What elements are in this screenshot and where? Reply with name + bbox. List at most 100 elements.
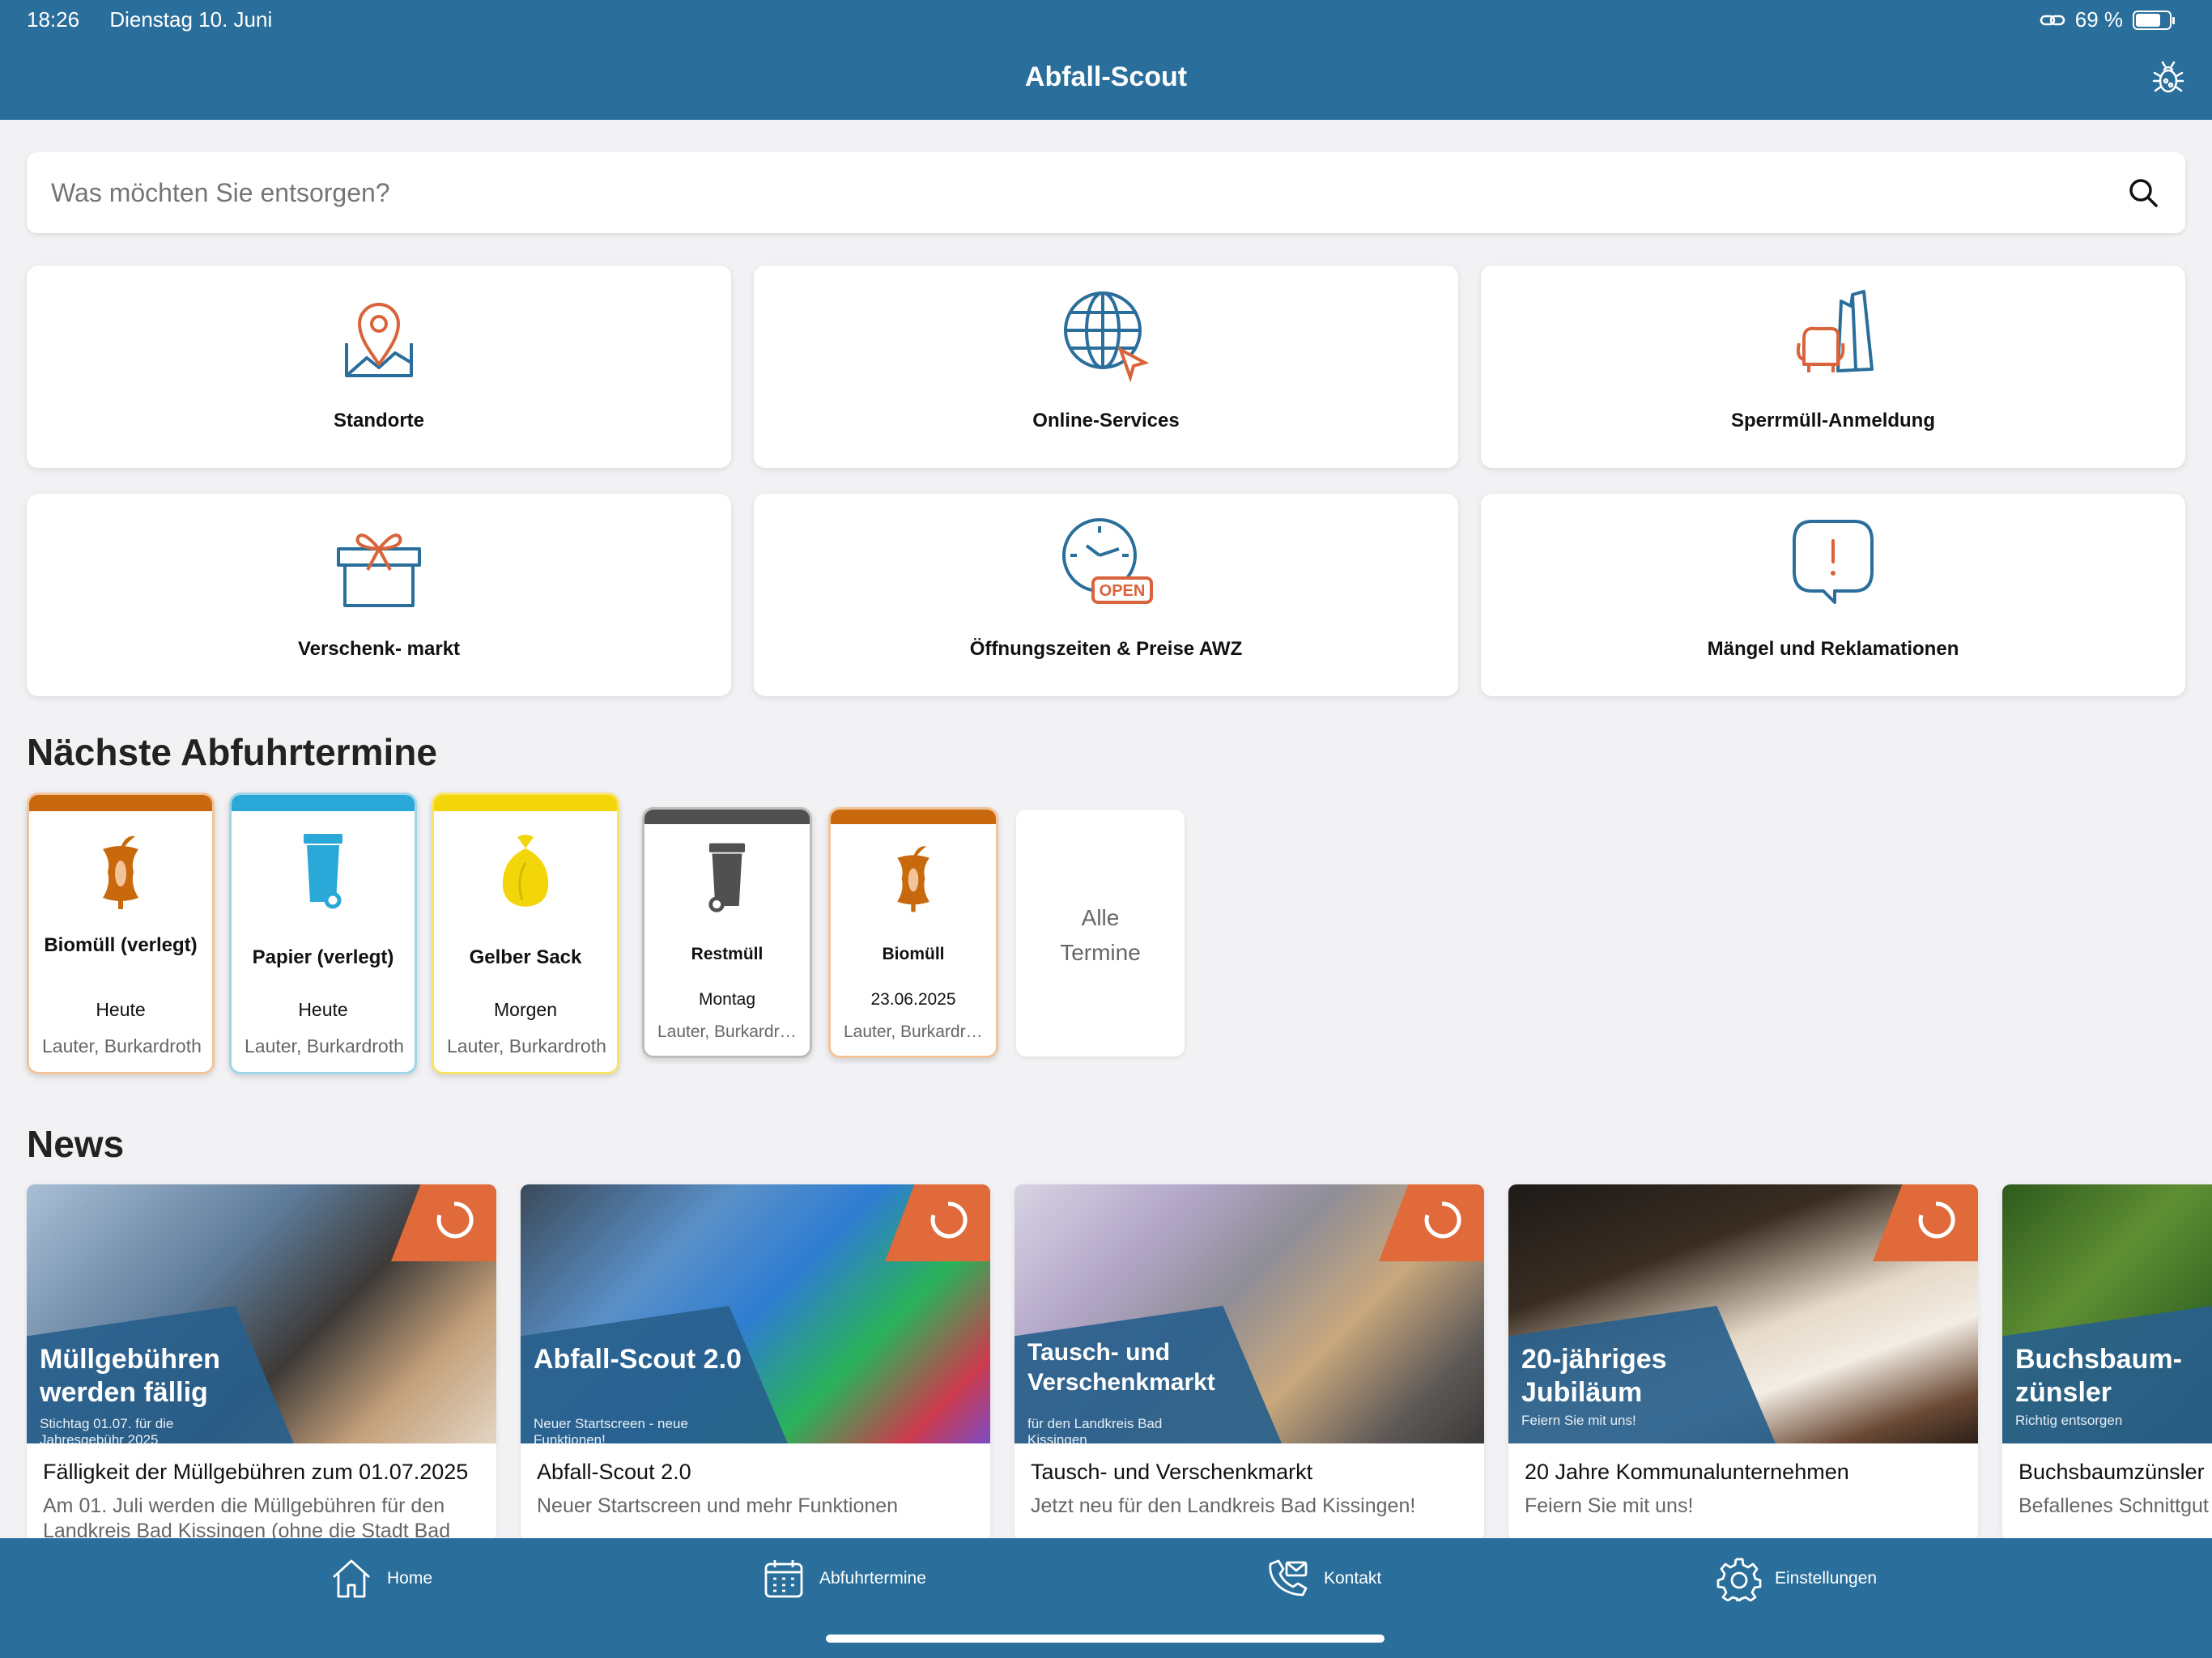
pickup-color-bar: [831, 810, 996, 824]
phone-mail-icon: [1269, 1559, 1308, 1596]
pickup-when: 23.06.2025: [870, 990, 956, 1009]
pickup-name: Biomüll: [882, 945, 945, 963]
pickup-location: Lauter, Burkardroth: [844, 1022, 986, 1041]
news-overlay-subtitle: für den Landkreis Bad Kissingen: [1027, 1416, 1163, 1443]
pickup-card[interactable]: Biomüll (verlegt) Heute Lauter, Burkardr…: [27, 793, 215, 1074]
tile-label: Online-Services: [1032, 410, 1180, 432]
nav-home-label: Home: [387, 1569, 433, 1588]
status-bar-left: 18:26 Dienstag 10. Juni: [27, 7, 296, 32]
pickup-name: Biomüll (verlegt): [44, 934, 198, 956]
pickup-when: Heute: [298, 999, 348, 1020]
pickup-section-title: Nächste Abfuhrtermine: [27, 731, 437, 773]
news-overlay-subtitle: Neuer Startscreen - neue Funktionen!: [534, 1416, 688, 1443]
bin-icon: [708, 843, 746, 912]
news-image: Müllgebühren werden fällig Stichtag 01.0…: [27, 1184, 496, 1443]
pickup-color-bar: [434, 795, 617, 811]
pickup-when: Montag: [698, 990, 756, 1009]
pickup-card[interactable]: Biomüll 23.06.2025 Lauter, Burkardroth: [828, 807, 998, 1058]
all-dates-button[interactable]: Alle Termine: [1016, 810, 1185, 1056]
brand-logo-icon: [1424, 1201, 1461, 1239]
calendar-icon: [764, 1560, 803, 1598]
tile-label: Mängel und Reklamationen: [1707, 638, 1959, 660]
news-image: 20-jähriges Jubiläum Feiern Sie mit uns!: [1508, 1184, 1978, 1443]
tile-sperrmuell-anmeldung[interactable]: Sperrmüll-Anmeldung: [1481, 266, 2185, 468]
news-card[interactable]: 20-jähriges Jubiläum Feiern Sie mit uns!…: [1508, 1184, 1978, 1541]
news-title: Tausch- und Verschenkmarkt: [1031, 1460, 1313, 1484]
all-dates-label: Termine: [1060, 940, 1141, 966]
brand-logo-icon: [930, 1201, 968, 1239]
nav-abfuhrtermine[interactable]: Abfuhrtermine: [761, 1538, 926, 1619]
tile-verschenkmarkt[interactable]: Verschenk- markt: [27, 494, 731, 696]
pickup-color-bar: [232, 795, 415, 811]
clock-open-icon: OPEN: [1062, 518, 1153, 604]
bug-icon[interactable]: [2149, 58, 2188, 97]
nav-home[interactable]: Home: [329, 1538, 432, 1619]
app-header: 18:26 Dienstag 10. Juni 69 % Abfall-Scou…: [0, 0, 2212, 120]
pickup-card[interactable]: Gelber Sack Morgen Lauter, Burkardroth: [432, 793, 619, 1074]
nav-einstellungen[interactable]: Einstellungen: [1716, 1538, 1877, 1619]
pickup-location: Lauter, Burkardroth: [657, 1022, 800, 1041]
news-overlay-title: Buchsbaum-zünsler: [2015, 1344, 2182, 1409]
news-card[interactable]: Müllgebühren werden fällig Stichtag 01.0…: [27, 1184, 496, 1541]
news-image: Abfall-Scout 2.0 Neuer Startscreen - neu…: [521, 1184, 990, 1443]
nav-einstellungen-label: Einstellungen: [1775, 1569, 1878, 1588]
bulky-waste-icon: [1796, 290, 1874, 372]
status-bar-right: 69 %: [2040, 7, 2175, 32]
map-pin-icon: [345, 303, 413, 377]
globe-cursor-icon: [1064, 291, 1150, 382]
bin-icon: [304, 834, 342, 909]
svg-text:OPEN: OPEN: [1100, 582, 1146, 600]
status-time: 18:26: [27, 7, 80, 32]
brand-corner: [391, 1184, 496, 1261]
speech-alert-icon: [1793, 520, 1874, 604]
tile-online-services[interactable]: Online-Services: [754, 266, 1458, 468]
news-card[interactable]: Buchsbaum-zünsler Richtig entsorgen Buch…: [2002, 1184, 2212, 1541]
news-description: Feiern Sie mit uns!: [1525, 1494, 1694, 1517]
news-description: Befallenes Schnittgut: [2018, 1494, 2209, 1517]
news-title: 20 Jahre Kommunalunternehmen: [1525, 1460, 1849, 1484]
news-card[interactable]: Abfall-Scout 2.0 Neuer Startscreen - neu…: [521, 1184, 990, 1541]
pickup-name: Restmüll: [691, 945, 764, 963]
pickup-color-bar: [29, 795, 212, 811]
news-title: Buchsbaumzünsler: [2018, 1460, 2205, 1484]
home-indicator[interactable]: [826, 1635, 1385, 1643]
all-dates-label: Alle: [1081, 905, 1120, 930]
news-card[interactable]: Tausch- und Verschenkmarkt für den Landk…: [1015, 1184, 1484, 1541]
news-overlay-title: 20-jähriges Jubiläum: [1521, 1344, 1667, 1409]
news-title: Fälligkeit der Müllgebühren zum 01.07.20…: [43, 1460, 469, 1484]
pickup-card[interactable]: Papier (verlegt) Heute Lauter, Burkardro…: [229, 793, 417, 1074]
tile-standorte[interactable]: Standorte: [27, 266, 731, 468]
tile-label: Standorte: [333, 410, 424, 432]
pickup-location: Lauter, Burkardroth: [42, 1035, 202, 1056]
search-input[interactable]: [51, 175, 2075, 210]
brand-logo-icon: [436, 1201, 474, 1239]
news-description: Neuer Startscreen und mehr Funktionen: [537, 1494, 899, 1517]
pickup-card[interactable]: Restmüll Montag Lauter, Burkardroth: [642, 807, 812, 1058]
news-description: Jetzt neu für den Landkreis Bad Kissinge…: [1031, 1494, 1416, 1517]
nav-kontakt-label: Kontakt: [1324, 1569, 1382, 1588]
apple-core-icon: [897, 846, 929, 912]
search-icon[interactable]: [2124, 173, 2163, 212]
tile-maengel-reklamationen[interactable]: Mängel und Reklamationen: [1481, 494, 2185, 696]
news-overlay-title: Müllgebühren werden fällig: [40, 1344, 220, 1409]
news-overlay-subtitle: Richtig entsorgen: [2015, 1413, 2123, 1428]
news-overlay-subtitle: Stichtag 01.07. für die Jahresgebühr 202…: [40, 1416, 174, 1443]
nav-abfuhrtermine-label: Abfuhrtermine: [819, 1569, 926, 1588]
gear-icon: [1716, 1558, 1762, 1601]
tile-oeffnungszeiten[interactable]: OPEN Öffnungszeiten & Preise AWZ: [754, 494, 1458, 696]
news-title: Abfall-Scout 2.0: [537, 1460, 691, 1484]
brand-logo-icon: [1918, 1201, 1955, 1239]
gift-icon: [337, 534, 421, 607]
brand-corner: [1873, 1184, 1978, 1261]
news-overlay-subtitle: Feiern Sie mit uns!: [1521, 1413, 1636, 1428]
status-date: Dienstag 10. Juni: [109, 7, 273, 32]
nav-kontakt[interactable]: Kontakt: [1266, 1538, 1381, 1619]
sack-icon: [502, 835, 549, 907]
search-bar: [27, 152, 2185, 233]
news-description: Am 01. Juli werden die Müllgebühren für …: [43, 1494, 451, 1541]
pickup-when: Morgen: [494, 999, 557, 1020]
battery-icon: [2133, 10, 2175, 30]
pickup-location: Lauter, Burkardroth: [245, 1035, 404, 1056]
pickup-when: Heute: [96, 999, 146, 1020]
home-icon: [333, 1559, 370, 1598]
